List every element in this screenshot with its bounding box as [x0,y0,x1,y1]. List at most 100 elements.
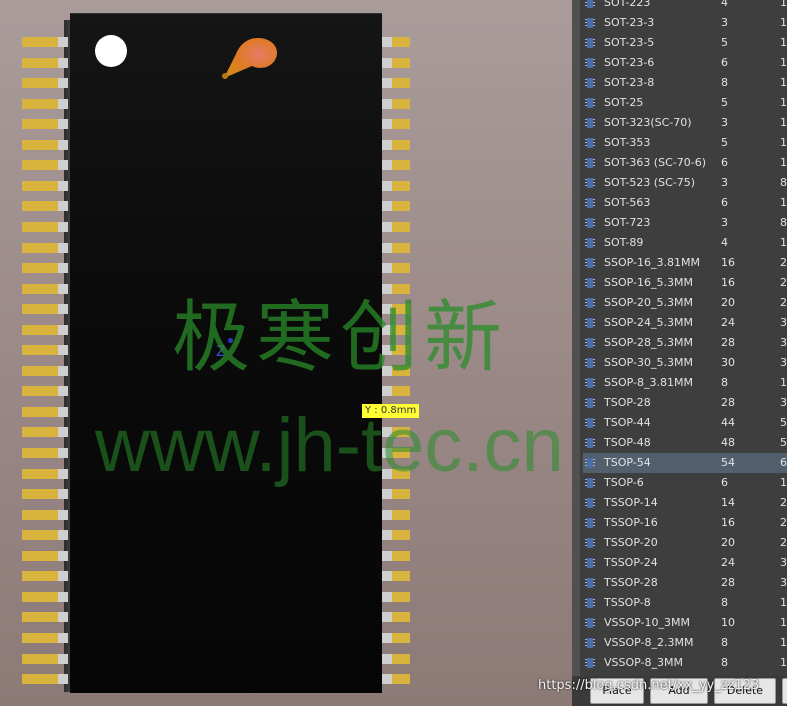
light-source-icon[interactable] [220,36,280,82]
lead-right [382,386,410,396]
lead-right [382,58,410,68]
pin1-marker [95,35,127,67]
package-name: SOT-323(SC-70) [604,116,692,129]
lead-right [382,37,410,47]
package-pin-count: 6 [721,56,728,69]
package-row[interactable]: TSSOP-16 16 2 [583,513,787,533]
package-row[interactable]: SOT-23-5 5 1 [583,33,787,53]
package-pin-count: 5 [721,96,728,109]
package-extra: 5 [780,416,787,429]
package-pin-count: 14 [721,496,735,509]
package-row[interactable]: TSOP-6 6 1 [583,473,787,493]
package-row[interactable]: SSOP-24_5.3MM 24 3 [583,313,787,333]
package-row[interactable]: TSOP-54 54 6 [583,453,787,473]
package-pin-count: 54 [721,456,735,469]
package-row[interactable]: TSOP-48 48 5 [583,433,787,453]
package-row[interactable]: SSOP-20_5.3MM 20 2 [583,293,787,313]
lead-left [22,140,68,150]
lead-right [382,551,410,561]
package-row[interactable]: SSOP-30_5.3MM 30 3 [583,353,787,373]
lead-right [382,530,410,540]
package-extra: 1 [780,596,787,609]
package-pin-count: 24 [721,316,735,329]
package-row[interactable]: TSSOP-20 20 2 [583,533,787,553]
chip-icon [585,238,595,248]
package-extra: 1 [780,76,787,89]
lead-left [22,222,68,232]
package-pin-count: 6 [721,156,728,169]
package-row[interactable]: SOT-223 4 1 [583,0,787,13]
package-extra: 1 [780,196,787,209]
chip-icon [585,278,595,288]
more-button[interactable] [782,678,787,704]
package-row[interactable]: SSOP-16_5.3MM 16 2 [583,273,787,293]
chip-icon [585,618,595,628]
package-row[interactable]: SOT-89 4 1 [583,233,787,253]
lead-right [382,99,410,109]
package-name: SOT-89 [604,236,644,249]
package-name: SOT-363 (SC-70-6) [604,156,706,169]
lead-left [22,489,68,499]
panel-splitter[interactable] [572,0,580,706]
package-name: SSOP-8_3.81MM [604,376,693,389]
package-row[interactable]: VSSOP-10_3MM 10 1 [583,613,787,633]
watermark-chinese: 极寒创新 [172,293,509,383]
package-row[interactable]: TSOP-28 28 3 [583,393,787,413]
chip-icon [585,338,595,348]
package-pin-count: 6 [721,476,728,489]
package-row[interactable]: SOT-363 (SC-70-6) 6 1 [583,153,787,173]
chip-icon [585,578,595,588]
package-name: TSSOP-20 [604,536,658,549]
package-row[interactable]: TSSOP-28 28 3 [583,573,787,593]
package-list[interactable]: SOT-223 4 1 SOT-23-3 3 1 SOT-23-5 5 1 SOT-23-6 6 1 S… [583,0,787,673]
chip-icon [585,638,595,648]
package-row[interactable]: TSSOP-14 14 2 [583,493,787,513]
package-extra: 6 [780,456,787,469]
lead-right [382,78,410,88]
package-row[interactable]: TSOP-44 44 5 [583,413,787,433]
package-name: TSOP-48 [604,436,651,449]
package-extra: 1 [780,96,787,109]
package-row[interactable]: SOT-353 5 1 [583,133,787,153]
lead-right [382,140,410,150]
package-row[interactable]: SOT-23-6 6 1 [583,53,787,73]
package-row[interactable]: SOT-23-3 3 1 [583,13,787,33]
package-row[interactable]: SSOP-16_3.81MM 16 2 [583,253,787,273]
package-row[interactable]: SOT-523 (SC-75) 3 8 [583,173,787,193]
package-row[interactable]: VSSOP-8_3MM 8 1 [583,653,787,673]
chip-icon [585,458,595,468]
package-extra: 8 [780,176,787,189]
package-extra: 1 [780,656,787,669]
package-extra: 1 [780,16,787,29]
3d-viewport[interactable]: Z Y : 0.8mm 极寒创新 www.jh-tec.cn [0,0,572,706]
lead-left [22,325,68,335]
package-row[interactable]: SOT-23-8 8 1 [583,73,787,93]
lead-right [382,654,410,664]
package-pin-count: 20 [721,536,735,549]
lead-right [382,243,410,253]
package-row[interactable]: TSSOP-8 8 1 [583,593,787,613]
package-row[interactable]: SOT-323(SC-70) 3 1 [583,113,787,133]
package-name: TSSOP-16 [604,516,658,529]
package-row[interactable]: SOT-723 3 8 [583,213,787,233]
package-extra: 2 [780,296,787,309]
package-pin-count: 44 [721,416,735,429]
package-row[interactable]: SOT-25 5 1 [583,93,787,113]
package-row[interactable]: SSOP-8_3.81MM 8 1 [583,373,787,393]
package-row[interactable]: SSOP-28_5.3MM 28 3 [583,333,787,353]
lead-left [22,612,68,622]
package-name: TSOP-54 [604,456,651,469]
package-row[interactable]: SOT-563 6 1 [583,193,787,213]
package-extra: 3 [780,576,787,589]
package-extra: 2 [780,276,787,289]
chip-icon [585,178,595,188]
package-name: SSOP-16_3.81MM [604,256,700,269]
package-name: VSSOP-8_2.3MM [604,636,694,649]
package-row[interactable]: VSSOP-8_2.3MM 8 1 [583,633,787,653]
lead-left [22,78,68,88]
chip-icon [585,158,595,168]
chip-icon [585,118,595,128]
lead-left [22,37,68,47]
package-extra: 5 [780,436,787,449]
package-row[interactable]: TSSOP-24 24 3 [583,553,787,573]
